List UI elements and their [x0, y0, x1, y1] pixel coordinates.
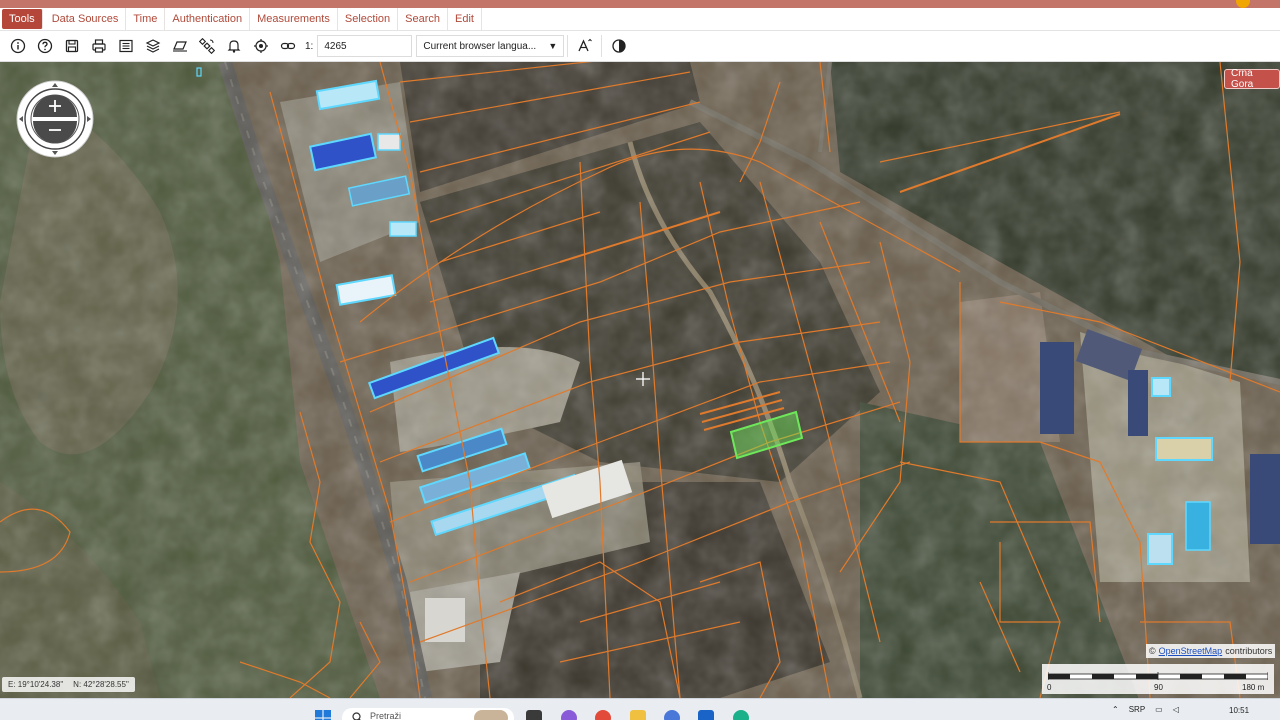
layers-icon[interactable]: [139, 33, 166, 60]
input-language[interactable]: SRP: [1129, 705, 1145, 714]
system-tray: ⌃ SRP ▭ ◁: [1112, 705, 1179, 714]
outlook-icon[interactable]: [698, 710, 714, 720]
chevron-up-icon[interactable]: ⌃: [1112, 705, 1119, 714]
task-view-icon[interactable]: [526, 710, 542, 720]
info-icon[interactable]: [4, 33, 31, 60]
toolbar: 1: Current browser langua... ▼: [0, 31, 1280, 62]
list-icon[interactable]: [112, 33, 139, 60]
volume-icon[interactable]: ◁: [1173, 705, 1179, 714]
menu-edit[interactable]: Edit: [448, 8, 482, 30]
toolbar-divider: [567, 35, 569, 57]
language-select-value: Current browser langua...: [423, 40, 537, 52]
navigation-widget[interactable]: [16, 80, 94, 158]
copilot-icon[interactable]: [561, 710, 577, 720]
app-icon[interactable]: [664, 710, 680, 720]
attribution-prefix: ©: [1149, 646, 1156, 656]
top-accent-bar: [0, 0, 1280, 8]
contrast-icon[interactable]: [605, 33, 632, 60]
taskbar-search-placeholder: Pretraži: [370, 711, 402, 720]
save-icon[interactable]: [58, 33, 85, 60]
scale-label-mid: 90: [1154, 683, 1163, 692]
scale-label-start: 0: [1047, 683, 1052, 692]
scale-input[interactable]: [317, 35, 413, 57]
attribution-suffix: contributors: [1225, 646, 1273, 656]
chevron-down-icon: ▼: [548, 41, 558, 51]
satellite-icon[interactable]: [193, 33, 220, 60]
chrome-icon[interactable]: [595, 710, 611, 720]
menu-data-sources[interactable]: Data Sources: [45, 8, 127, 30]
menu-search[interactable]: Search: [398, 8, 448, 30]
link-icon[interactable]: [274, 33, 301, 60]
taskbar-widget-icon[interactable]: [474, 710, 508, 720]
coordinate-readout: E: 19°10'24.38" N: 42°28'28.55": [2, 677, 135, 692]
toolbar-divider: [601, 35, 603, 57]
clock-time[interactable]: 10:51: [1229, 706, 1249, 715]
ruler-icon[interactable]: [166, 33, 193, 60]
file-explorer-icon[interactable]: [630, 710, 646, 720]
country-label[interactable]: Crna Gora: [1224, 68, 1280, 90]
windows-start-icon[interactable]: [315, 710, 331, 720]
language-select[interactable]: Current browser langua... ▼: [416, 35, 565, 57]
map-canvas[interactable]: Crna Gora © OpenStreetMap contributors 0…: [0, 62, 1280, 698]
menu-time[interactable]: Time: [126, 8, 166, 30]
menu-authentication[interactable]: Authentication: [165, 8, 251, 30]
edge-icon[interactable]: [733, 710, 749, 720]
menu-tools[interactable]: Tools: [2, 9, 43, 29]
scale-prefix: 1:: [305, 40, 314, 52]
search-icon: [352, 712, 361, 720]
northing-value: N: 42°28'28.55": [73, 680, 129, 689]
text-size-icon[interactable]: [571, 33, 598, 60]
map-attribution: © OpenStreetMap contributors: [1146, 644, 1276, 658]
menu-measurements[interactable]: Measurements: [250, 8, 338, 30]
bell-icon[interactable]: [220, 33, 247, 60]
locate-icon[interactable]: [247, 33, 274, 60]
network-icon[interactable]: ▭: [1155, 705, 1163, 714]
scale-bar-ticks: [1048, 672, 1268, 680]
print-icon[interactable]: [85, 33, 112, 60]
easting-value: E: 19°10'24.38": [8, 680, 64, 689]
satellite-basemap: [0, 62, 1280, 698]
menubar: Tools Data Sources Time Authentication M…: [0, 8, 1280, 31]
help-icon[interactable]: [31, 33, 58, 60]
taskbar: Pretraži ⌃ SRP ▭ ◁ 10:51: [0, 698, 1280, 720]
scale-label-end: 180 m: [1242, 683, 1265, 692]
openstreetmap-link[interactable]: OpenStreetMap: [1159, 646, 1223, 656]
scale-bar: 0 90 180 m: [1042, 664, 1274, 694]
menu-selection[interactable]: Selection: [338, 8, 399, 30]
